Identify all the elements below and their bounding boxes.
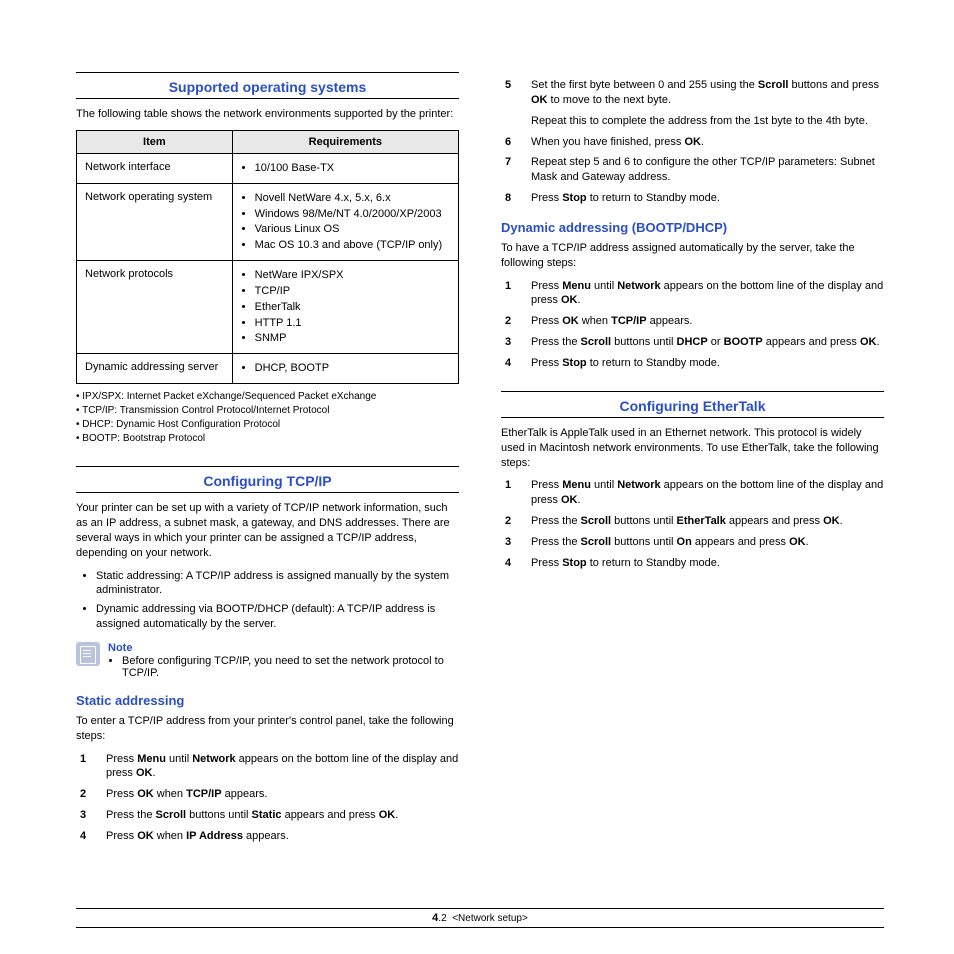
step: 1Press Menu until Network appears on the… <box>501 478 884 508</box>
cell-req: NetWare IPX/SPX TCP/IP EtherTalk HTTP 1.… <box>232 261 458 354</box>
step: 3Press the Scroll buttons until Static a… <box>76 808 459 823</box>
list-item: Dynamic addressing via BOOTP/DHCP (defau… <box>96 602 459 632</box>
cell-item: Network interface <box>77 153 233 183</box>
right-column: 5Set the first byte between 0 and 255 us… <box>501 72 884 850</box>
intro-static: To enter a TCP/IP address from your prin… <box>76 714 459 744</box>
left-column: Supported operating systems The followin… <box>76 72 459 850</box>
th-requirements: Requirements <box>232 130 458 153</box>
step: 6When you have finished, press OK. <box>501 135 884 150</box>
footnote: • IPX/SPX: Internet Packet eXchange/Sequ… <box>76 390 459 404</box>
heading-supported-os: Supported operating systems <box>76 72 459 99</box>
step: 2Press OK when TCP/IP appears. <box>76 787 459 802</box>
footnote: • BOOTP: Bootstrap Protocol <box>76 432 459 446</box>
req-item: DHCP, BOOTP <box>255 361 450 376</box>
step: 8Press Stop to return to Standby mode. <box>501 191 884 206</box>
column-container: Supported operating systems The followin… <box>76 72 884 850</box>
cell-req: 10/100 Base-TX <box>232 153 458 183</box>
step: 1Press Menu until Network appears on the… <box>501 279 884 309</box>
heading-dynamic-addressing: Dynamic addressing (BOOTP/DHCP) <box>501 220 884 235</box>
footnote: • DHCP: Dynamic Host Configuration Proto… <box>76 418 459 432</box>
table-header-row: Item Requirements <box>77 130 459 153</box>
intro-dynamic: To have a TCP/IP address assigned automa… <box>501 241 884 271</box>
heading-configuring-ethertalk: Configuring EtherTalk <box>501 391 884 418</box>
footer-label: <Network setup> <box>452 913 528 924</box>
table-row: Network operating system Novell NetWare … <box>77 183 459 260</box>
step: 7Repeat step 5 and 6 to configure the ot… <box>501 155 884 185</box>
req-item: TCP/IP <box>255 284 450 299</box>
cell-item: Network operating system <box>77 183 233 260</box>
cell-item: Network protocols <box>77 261 233 354</box>
list-item: Static addressing: A TCP/IP address is a… <box>96 569 459 599</box>
note-box: Note Before configuring TCP/IP, you need… <box>76 642 459 679</box>
intro-ethertalk: EtherTalk is AppleTalk used in an Ethern… <box>501 426 884 471</box>
note-text: Note Before configuring TCP/IP, you need… <box>108 642 459 679</box>
step: 4Press OK when IP Address appears. <box>76 829 459 844</box>
table-row: Network interface 10/100 Base-TX <box>77 153 459 183</box>
note-icon <box>76 642 100 666</box>
step: 1Press Menu until Network appears on the… <box>76 752 459 782</box>
req-item: Mac OS 10.3 and above (TCP/IP only) <box>255 238 450 253</box>
step: 4Press Stop to return to Standby mode. <box>501 356 884 371</box>
note-body: Before configuring TCP/IP, you need to s… <box>122 655 459 679</box>
req-item: 10/100 Base-TX <box>255 161 450 176</box>
step: 2Press OK when TCP/IP appears. <box>501 314 884 329</box>
req-item: SNMP <box>255 331 450 346</box>
static-steps-cont: 5Set the first byte between 0 and 255 us… <box>501 78 884 206</box>
table-row: Network protocols NetWare IPX/SPX TCP/IP… <box>77 261 459 354</box>
req-item: HTTP 1.1 <box>255 316 450 331</box>
step: 2Press the Scroll buttons until EtherTal… <box>501 514 884 529</box>
footer-page: .2 <box>438 913 446 924</box>
req-item: Novell NetWare 4.x, 5.x, 6.x <box>255 191 450 206</box>
step: 5Set the first byte between 0 and 255 us… <box>501 78 884 129</box>
intro-tcpip: Your printer can be set up with a variet… <box>76 501 459 560</box>
ethertalk-steps: 1Press Menu until Network appears on the… <box>501 478 884 570</box>
req-item: Windows 98/Me/NT 4.0/2000/XP/2003 <box>255 207 450 222</box>
requirements-table: Item Requirements Network interface 10/1… <box>76 130 459 384</box>
static-steps: 1Press Menu until Network appears on the… <box>76 752 459 844</box>
th-item: Item <box>77 130 233 153</box>
dynamic-steps: 1Press Menu until Network appears on the… <box>501 279 884 371</box>
note-title: Note <box>108 642 132 654</box>
page-root: Supported operating systems The followin… <box>0 0 954 954</box>
req-item: Various Linux OS <box>255 222 450 237</box>
heading-static-addressing: Static addressing <box>76 693 459 708</box>
step: 3Press the Scroll buttons until DHCP or … <box>501 335 884 350</box>
footnote: • TCP/IP: Transmission Control Protocol/… <box>76 404 459 418</box>
req-item: EtherTalk <box>255 300 450 315</box>
step: 4Press Stop to return to Standby mode. <box>501 556 884 571</box>
page-footer: 4.2 <Network setup> <box>76 908 884 928</box>
tcpip-options-list: Static addressing: A TCP/IP address is a… <box>76 569 459 632</box>
step: 3Press the Scroll buttons until On appea… <box>501 535 884 550</box>
table-row: Dynamic addressing server DHCP, BOOTP <box>77 354 459 384</box>
req-item: NetWare IPX/SPX <box>255 268 450 283</box>
heading-configuring-tcpip: Configuring TCP/IP <box>76 466 459 493</box>
cell-item: Dynamic addressing server <box>77 354 233 384</box>
cell-req: Novell NetWare 4.x, 5.x, 6.x Windows 98/… <box>232 183 458 260</box>
intro-supported-os: The following table shows the network en… <box>76 107 459 122</box>
cell-req: DHCP, BOOTP <box>232 354 458 384</box>
protocol-footnotes: • IPX/SPX: Internet Packet eXchange/Sequ… <box>76 390 459 446</box>
